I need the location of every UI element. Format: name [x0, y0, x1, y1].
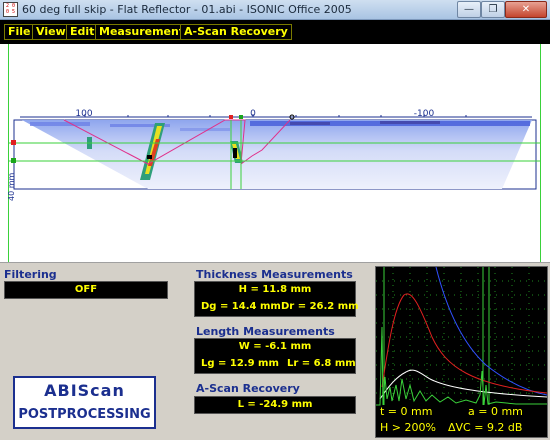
probe-marker-green[interactable]	[239, 115, 243, 119]
scan-intensity-map	[22, 120, 532, 189]
length-lg-value: Lg = 12.9 mm	[201, 358, 279, 369]
logo-subtitle: POSTPROCESSING	[18, 407, 151, 422]
length-lr-value: Lr = 6.8 mm	[287, 358, 356, 369]
ruler-label-0: 0	[250, 109, 256, 119]
ascan-avc-value: ΔVC = 9.2 dB	[448, 421, 523, 434]
title-bar: 2 0 0 5 60 deg full skip - Flat Reflecto…	[0, 0, 550, 20]
ascan-display[interactable]: t = 0 mm a = 0 mm H > 200% ΔVC = 9.2 dB	[375, 266, 548, 438]
menu-ascan-recovery[interactable]: A-Scan Recovery	[180, 24, 292, 40]
app-icon: 2 0 0 5	[3, 2, 18, 17]
menu-view[interactable]: View	[32, 24, 70, 40]
thickness-h-value: H = 11.8 mm	[238, 284, 312, 295]
ascan-blue-curve	[435, 267, 547, 396]
ascan-recovery-label: A-Scan Recovery	[196, 382, 300, 395]
ascan-recovery-l-value: L = -24.9 mm	[237, 399, 313, 410]
filtering-value: OFF	[74, 284, 98, 295]
bscan-image: 100 0 -100 40 mm	[7, 109, 540, 201]
gate-marker-red[interactable]	[11, 140, 16, 145]
thickness-dr-value: Dr = 26.2 mm	[281, 301, 359, 312]
thickness-dg-value: Dg = 14.4 mm	[201, 301, 281, 312]
filtering-toggle[interactable]: OFF	[4, 281, 168, 299]
minimize-button[interactable]: —	[457, 1, 481, 18]
maximize-button[interactable]: ❐	[481, 1, 505, 18]
ascan-recovery-readout: L = -24.9 mm	[194, 396, 356, 414]
probe-marker-red[interactable]	[229, 115, 233, 119]
length-w-value: W = -6.1 mm	[238, 341, 312, 352]
ruler-label-neg100: -100	[414, 109, 435, 119]
menu-bar: File View Edit Measurements A-Scan Recov…	[0, 20, 550, 44]
length-label: Length Measurements	[196, 325, 335, 338]
ascan-a-value: a = 0 mm	[468, 405, 523, 418]
logo-title: ABIScan	[44, 381, 125, 400]
thickness-label: Thickness Measurements	[196, 268, 353, 281]
window-title: 60 deg full skip - Flat Reflector - 01.a…	[22, 3, 352, 16]
length-readout: W = -6.1 mm Lg = 12.9 mm Lr = 6.8 mm	[194, 338, 356, 374]
gate-marker-green[interactable]	[11, 158, 16, 163]
abiscan-logo: ABIScan POSTPROCESSING	[13, 376, 156, 429]
ascan-t-value: t = 0 mm	[380, 405, 433, 418]
close-button[interactable]: ✕	[505, 1, 547, 18]
filtering-label: Filtering	[4, 268, 57, 281]
menu-file[interactable]: File	[4, 24, 35, 40]
ruler-label-100: 100	[75, 109, 92, 119]
thickness-readout: H = 11.8 mm Dg = 14.4 mm Dr = 26.2 mm	[194, 281, 359, 317]
ascan-h-value: H > 200%	[380, 421, 436, 434]
depth-label: 40 mm	[7, 172, 16, 201]
menu-edit[interactable]: Edit	[66, 24, 99, 40]
